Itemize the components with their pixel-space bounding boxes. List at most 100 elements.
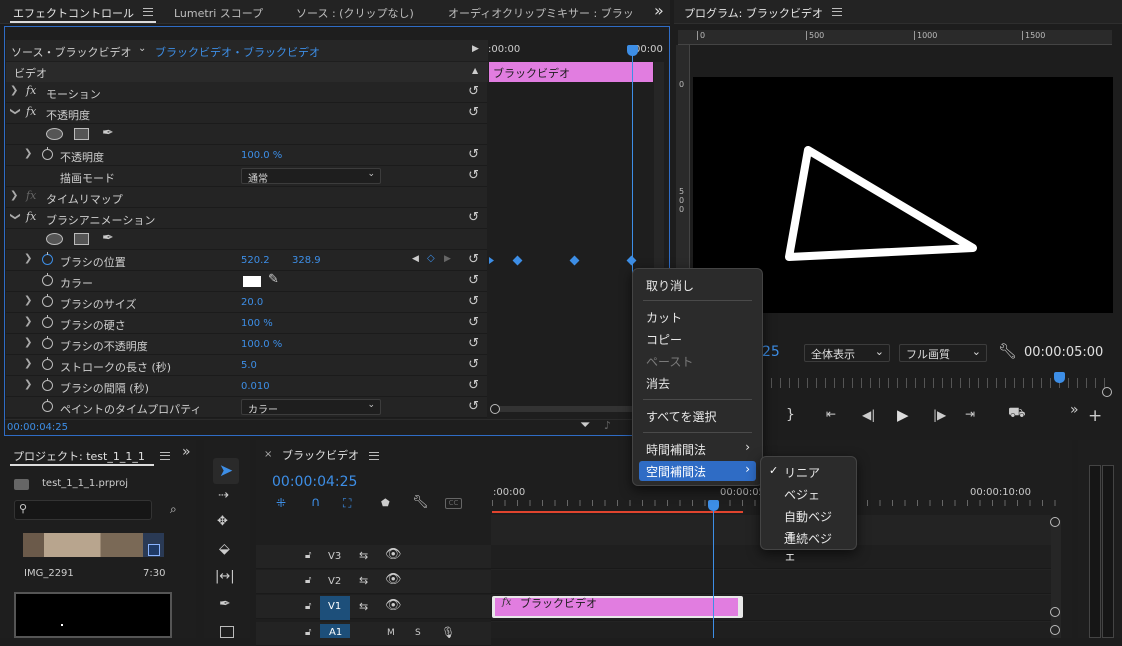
step-forward-icon[interactable]: |▶ xyxy=(933,408,946,422)
param-row-brush-position[interactable]: ❯ ブラシの位置 520.2 328.9 ◀ ◇ ▶ ↺ xyxy=(6,250,487,271)
scroll-handle-bottom[interactable] xyxy=(1050,607,1060,617)
captions-icon[interactable]: CC xyxy=(445,498,462,509)
go-to-out-icon[interactable]: ⇥ xyxy=(965,407,975,421)
snap-icon[interactable]: ∩ xyxy=(311,495,321,510)
scroll-handle-top[interactable] xyxy=(1050,517,1060,527)
menu-item-clear[interactable]: 消去 xyxy=(639,373,756,393)
reset-icon[interactable]: ↺ xyxy=(468,84,479,99)
param-value[interactable]: 100 % xyxy=(241,318,273,329)
work-area-bar[interactable] xyxy=(492,511,743,513)
param-value[interactable]: 100.0 % xyxy=(241,150,282,161)
sequence-menu-icon[interactable] xyxy=(369,452,379,460)
fx-icon[interactable]: fx xyxy=(26,210,36,223)
stopwatch-icon[interactable] xyxy=(42,294,53,307)
add-marker-icon[interactable]: ⬟ xyxy=(381,498,390,509)
go-to-in-icon[interactable]: ⇤ xyxy=(826,407,836,421)
play-clip-icon[interactable]: ▶ xyxy=(472,44,479,54)
scrub-end-handle[interactable] xyxy=(1102,387,1112,397)
rect-tool-icon[interactable] xyxy=(220,626,234,638)
slip-tool-icon[interactable]: |↔| xyxy=(215,569,235,584)
param-value-y[interactable]: 328.9 xyxy=(292,255,321,266)
filter-icon[interactable]: ⏷ xyxy=(580,418,590,433)
reset-icon[interactable]: ↺ xyxy=(468,147,479,162)
audio-note-icon[interactable]: ♪ xyxy=(604,419,611,432)
reset-icon[interactable]: ↺ xyxy=(468,210,479,225)
add-button-icon[interactable]: + xyxy=(1088,406,1102,426)
param-row-stroke-length[interactable]: ❯ ストロークの長さ (秒) 5.0 ↺ xyxy=(6,355,487,376)
effect-row-time-remap[interactable]: ❯ fx タイムリマップ xyxy=(6,187,487,208)
fx-icon[interactable]: fx xyxy=(26,84,36,97)
pen-mask-icon[interactable]: ✒ xyxy=(102,230,114,246)
scroll-handle-bottom-2[interactable] xyxy=(1050,625,1060,635)
track-label-v3[interactable]: V3 xyxy=(328,551,341,562)
menu-item-temporal-interpolation[interactable]: 時間補間法 › xyxy=(639,439,756,459)
sync-lock-icon[interactable]: ⇆ xyxy=(359,600,368,613)
fit-dropdown[interactable]: 全体表示 ⌄ xyxy=(804,344,890,362)
param-value[interactable]: 5.0 xyxy=(241,360,257,371)
reset-icon[interactable]: ↺ xyxy=(468,336,479,351)
ripple-edit-tool-icon[interactable]: ✥ xyxy=(217,514,228,529)
timeline-playhead[interactable] xyxy=(713,508,714,638)
mute-button[interactable]: M xyxy=(387,628,395,638)
ellipse-mask-icon[interactable] xyxy=(46,233,63,245)
param-value-x[interactable]: 520.2 xyxy=(241,255,270,266)
step-back-icon[interactable]: ◀| xyxy=(862,408,875,422)
collapse-icon[interactable]: ❯ xyxy=(10,107,21,115)
reset-icon[interactable]: ↺ xyxy=(468,294,479,309)
color-swatch[interactable] xyxy=(243,276,261,287)
submenu-item-continuous-bezier[interactable]: 連続ベジェ xyxy=(777,528,850,563)
timeline-settings-icon[interactable]: 🔧︎ xyxy=(412,495,429,510)
clip-fx-badge-icon[interactable]: fx xyxy=(502,597,511,608)
track-label-v2[interactable]: V2 xyxy=(328,576,341,587)
expand-icon[interactable]: ❯ xyxy=(24,295,32,306)
ec-timecode[interactable]: 00:00:04:25 xyxy=(7,422,68,433)
project-overflow-icon[interactable]: » xyxy=(182,444,191,460)
effect-row-motion[interactable]: ❯ fx モーション ↺ xyxy=(6,82,487,103)
reset-icon[interactable]: ↺ xyxy=(468,273,479,288)
tab-audio-mixer[interactable]: オーディオクリップミキサー : ブラッ xyxy=(448,5,634,21)
collapse-section-icon[interactable]: ▲ xyxy=(472,66,478,75)
expand-icon[interactable]: ❯ xyxy=(10,190,18,201)
reset-icon[interactable]: ↺ xyxy=(468,252,479,267)
blend-mode-dropdown[interactable]: 通常 ⌄ xyxy=(241,168,381,185)
microphone-icon[interactable]: 🎙︎ xyxy=(441,626,455,639)
clip-thumbnail[interactable] xyxy=(23,533,164,557)
add-keyframe-icon[interactable]: ◇ xyxy=(427,253,435,264)
lock-icon[interactable]: 🔓︎ xyxy=(305,550,311,561)
expand-icon[interactable]: ❯ xyxy=(24,337,32,348)
program-menu-icon[interactable] xyxy=(832,8,842,16)
razor-tool-icon[interactable]: ⬙ xyxy=(219,541,230,557)
solo-button[interactable]: S xyxy=(415,628,421,638)
reset-icon[interactable]: ↺ xyxy=(468,168,479,183)
lock-icon[interactable]: 🔓︎ xyxy=(305,601,311,612)
ellipse-mask-icon[interactable] xyxy=(46,128,63,140)
submenu-item-auto-bezier[interactable]: 自動ベジェ xyxy=(777,506,850,541)
pen-mask-icon[interactable]: ✒ xyxy=(102,125,114,141)
tabs-overflow-icon[interactable]: » xyxy=(654,1,664,20)
rect-mask-icon[interactable] xyxy=(74,128,89,140)
next-keyframe-icon[interactable]: ▶ xyxy=(444,254,451,264)
expand-icon[interactable]: ❯ xyxy=(24,358,32,369)
clip-selector-chevron-icon[interactable]: ⌄ xyxy=(138,43,146,54)
sync-lock-icon[interactable]: ⇆ xyxy=(359,549,368,562)
close-sequence-icon[interactable]: × xyxy=(264,449,272,460)
submenu-item-bezier[interactable]: ベジェ xyxy=(777,484,850,504)
ec-zoom-slider[interactable] xyxy=(496,406,646,412)
param-row-color[interactable]: カラー ✎ ↺ xyxy=(6,271,487,292)
panel-menu-icon[interactable] xyxy=(143,8,153,16)
menu-item-spatial-interpolation[interactable]: 空間補間法 › xyxy=(639,461,756,481)
param-row-brush-hardness[interactable]: ❯ ブラシの硬さ 100 % ↺ xyxy=(6,313,487,334)
stopwatch-icon[interactable] xyxy=(42,399,53,412)
ec-zoom-handle[interactable] xyxy=(490,404,500,414)
menu-item-copy[interactable]: コピー xyxy=(639,329,756,349)
paint-time-dropdown[interactable]: カラー ⌄ xyxy=(241,399,381,416)
tab-effect-controls[interactable]: エフェクトコントロール xyxy=(13,5,134,21)
effect-row-opacity[interactable]: ❯ fx 不透明度 ↺ xyxy=(6,103,487,124)
rect-mask-icon[interactable] xyxy=(74,233,89,245)
collapse-icon[interactable]: ❯ xyxy=(10,212,21,220)
linked-selection-icon[interactable]: ⛶ xyxy=(343,496,351,511)
clip-selector[interactable]: ブラックビデオ・ブラックビデオ xyxy=(155,44,320,60)
snap-nest-icon[interactable]: ⁜ xyxy=(276,496,286,510)
tab-source[interactable]: ソース : (クリップなし) xyxy=(296,5,414,21)
param-row-brush-opacity[interactable]: ❯ ブラシの不透明度 100.0 % ↺ xyxy=(6,334,487,355)
